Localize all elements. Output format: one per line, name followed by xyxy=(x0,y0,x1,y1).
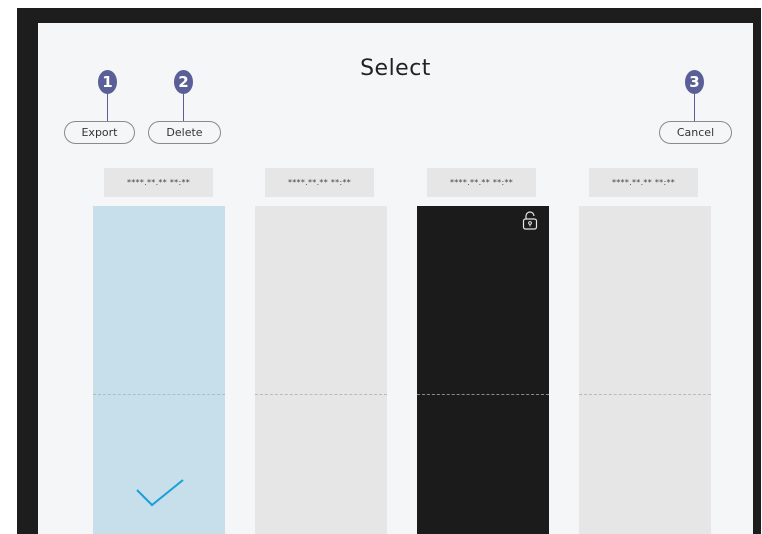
item-date-4: ****.**.** **:** xyxy=(589,168,698,197)
callout-marker-3: 3 xyxy=(685,70,705,94)
item-card-4[interactable] xyxy=(579,206,711,534)
callout-leader-2 xyxy=(183,94,184,121)
item-card-2[interactable] xyxy=(255,206,387,534)
select-screen: Select 1 2 3 Export Delete Cancel ****.*… xyxy=(38,23,753,534)
delete-button[interactable]: Delete xyxy=(148,121,221,144)
callout-marker-2: 2 xyxy=(174,70,194,94)
callout-leader-3 xyxy=(694,94,695,121)
cancel-button[interactable]: Cancel xyxy=(659,121,732,144)
item-date-2: ****.**.** **:** xyxy=(265,168,374,197)
card-divider xyxy=(417,394,549,395)
page-title: Select xyxy=(360,56,431,81)
export-button[interactable]: Export xyxy=(64,121,135,144)
callout-leader-1 xyxy=(107,94,108,121)
unlock-icon xyxy=(522,211,538,230)
item-date-1: ****.**.** **:** xyxy=(104,168,213,197)
card-divider xyxy=(93,394,225,395)
card-divider xyxy=(579,394,711,395)
callout-marker-1: 1 xyxy=(98,70,118,94)
checkmark-icon xyxy=(136,479,184,507)
item-date-3: ****.**.** **:** xyxy=(427,168,536,197)
card-divider xyxy=(255,394,387,395)
item-card-1[interactable] xyxy=(93,206,225,534)
item-card-3[interactable] xyxy=(417,206,549,534)
